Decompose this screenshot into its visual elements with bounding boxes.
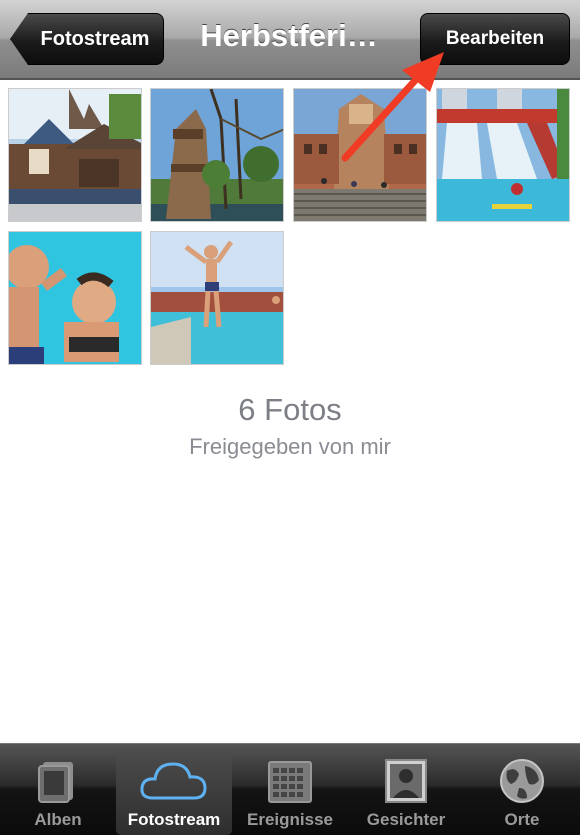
tab-orte[interactable]: Orte (464, 744, 580, 835)
album-title: Herbstferi… (200, 18, 378, 53)
tab-label: Gesichter (366, 810, 446, 829)
photo-thumbnail[interactable] (8, 231, 142, 365)
cloud-icon (140, 762, 207, 800)
photo-aztec-pyramid (294, 89, 426, 221)
back-button-fotostream[interactable]: Fotostream (10, 13, 164, 65)
tab-ereignisse[interactable]: Ereignisse (232, 744, 348, 835)
tab-bar: Alben Fotostream Ereignisse Gesichter Or… (0, 743, 580, 835)
photo-temple-building (9, 89, 141, 221)
photo-kids-underwater (9, 232, 141, 364)
albums-icon (38, 762, 73, 803)
photo-thumbnail[interactable] (150, 88, 284, 222)
photo-thumbnail[interactable] (293, 88, 427, 222)
photo-thumbnail[interactable] (8, 88, 142, 222)
navigation-bar: Fotostream Herbstferi… Bearbeiten (0, 0, 580, 80)
photo-thumbnail[interactable] (150, 231, 284, 365)
photo-thumbnail[interactable] (436, 88, 570, 222)
tab-label: Fotostream (127, 810, 221, 829)
photo-boy-jumping-pool (151, 232, 283, 364)
photo-treehouse-tower (151, 89, 283, 221)
face-portrait-icon (385, 759, 427, 803)
tab-gesichter[interactable]: Gesichter (348, 744, 464, 835)
shared-by-label: Freigegeben von mir (189, 434, 391, 459)
tab-label: Ereignisse (247, 810, 333, 829)
globe-icon (500, 759, 544, 803)
tab-label: Alben (34, 810, 82, 829)
photo-water-slides (437, 89, 569, 221)
edit-button[interactable]: Bearbeiten (420, 13, 570, 65)
tab-fotostream[interactable]: Fotostream (116, 750, 232, 835)
photo-count: 6 Fotos (238, 392, 342, 427)
tab-label: Orte (504, 810, 540, 829)
tab-alben[interactable]: Alben (0, 744, 116, 835)
calendar-grid-icon (268, 761, 312, 803)
